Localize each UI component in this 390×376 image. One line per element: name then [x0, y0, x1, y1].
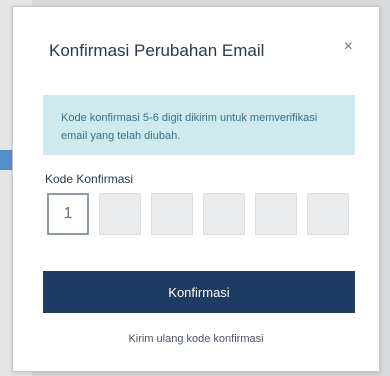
confirm-email-dialog: Konfirmasi Perubahan Email × Kode konfir… — [12, 6, 380, 372]
close-icon[interactable]: × — [344, 37, 353, 57]
resend-code-link[interactable]: Kirim ulang kode konfirmasi — [13, 333, 379, 345]
code-digit-5[interactable] — [255, 193, 297, 235]
code-digit-3[interactable] — [151, 193, 193, 235]
code-digit-6[interactable] — [307, 193, 349, 235]
code-digit-2[interactable] — [99, 193, 141, 235]
confirm-button[interactable]: Konfirmasi — [43, 271, 355, 313]
code-digit-4[interactable] — [203, 193, 245, 235]
code-digit-1[interactable]: 1 — [47, 193, 89, 235]
code-input-group: 1 — [47, 193, 349, 235]
code-label: Kode Konfirmasi — [45, 172, 134, 186]
info-alert: Kode konfirmasi 5-6 digit dikirim untuk … — [43, 95, 355, 155]
dialog-title: Konfirmasi Perubahan Email — [49, 41, 265, 60]
